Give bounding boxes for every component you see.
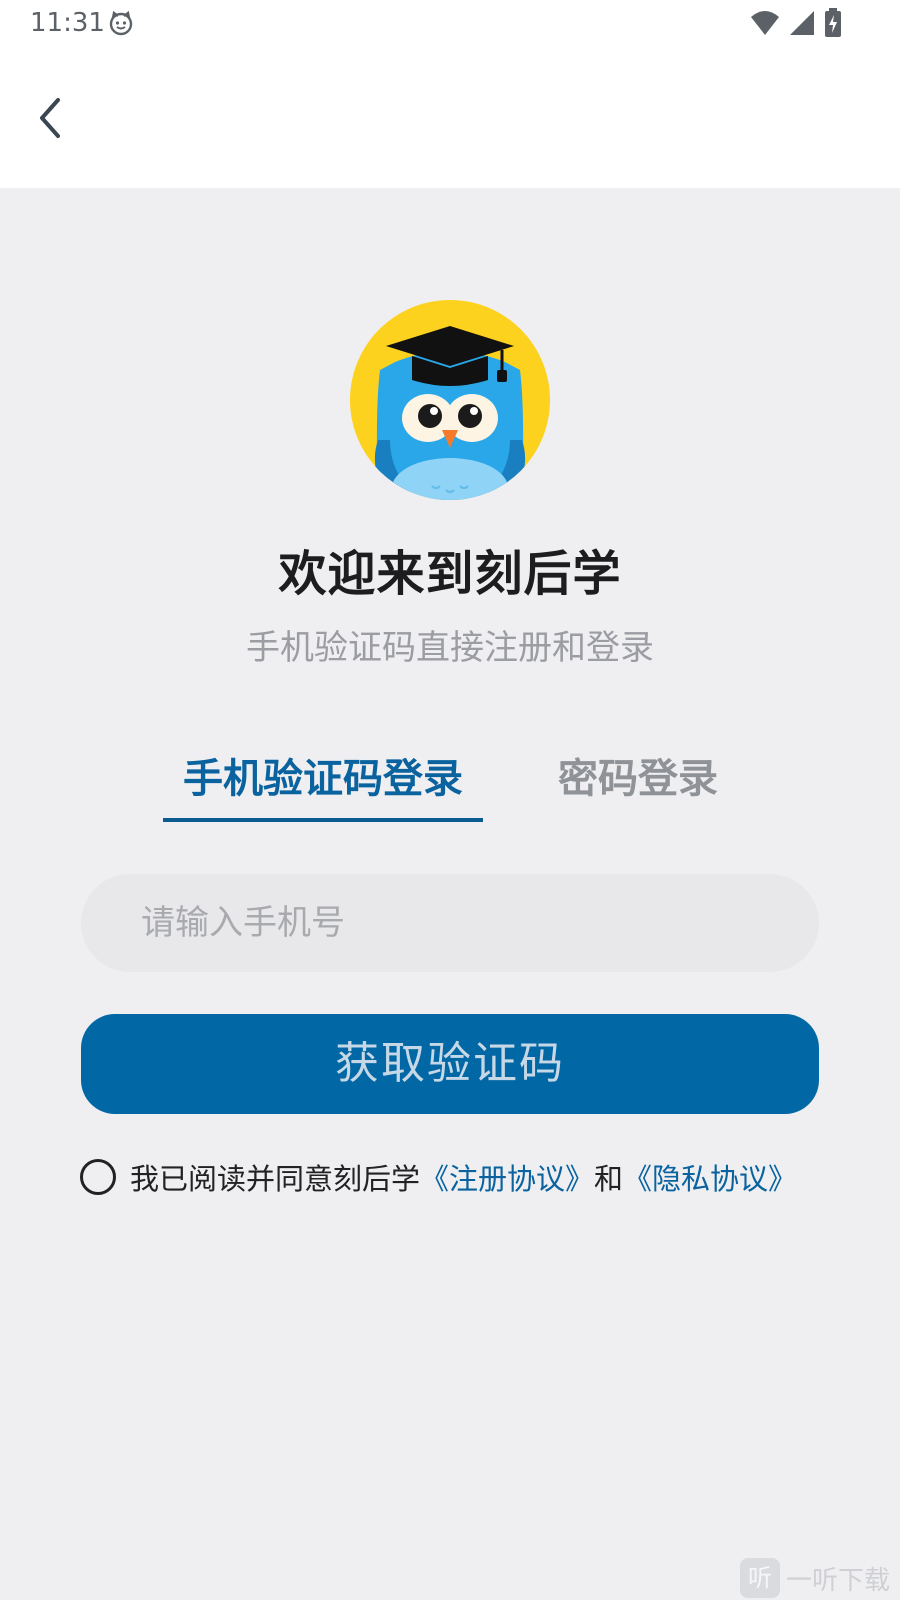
cat-face-icon [108,10,134,40]
wifi-icon [750,9,780,41]
agree-checkbox[interactable] [80,1159,116,1195]
active-tab-indicator [163,818,483,822]
battery-charging-icon [824,8,842,42]
register-agreement-link[interactable]: 《注册协议》 [420,1156,594,1198]
welcome-subtitle: 手机验证码直接注册和登录 [246,628,654,668]
chevron-left-icon [40,98,60,138]
status-bar: 11:31 [0,0,900,48]
app-logo [350,300,550,500]
app-header [0,48,900,188]
watermark-logo-icon: 听 [740,1558,780,1598]
watermark-text: 一听下载 [786,1565,891,1596]
agreement-and: 和 [594,1162,624,1196]
cellular-signal-icon [788,9,816,41]
welcome-title: 欢迎来到刻后学 [278,546,622,602]
phone-number-input[interactable] [81,874,819,972]
tab-password-login[interactable]: 密码登录 [548,746,728,804]
agreement-prefix: 我已阅读并同意刻后学 [130,1162,421,1196]
tab-sms-login[interactable]: 手机验证码登录 [163,746,483,804]
privacy-agreement-link[interactable]: 《隐私协议》 [623,1156,797,1198]
status-icons [750,8,842,42]
watermark: 听 一听下载 [740,1556,900,1600]
status-time: 11:31 [30,8,105,38]
back-button[interactable] [28,92,72,144]
agreement-row: 我已阅读并同意刻后学 《注册协议》 和 《隐私协议》 [80,1157,797,1197]
get-verification-code-button[interactable]: 获取验证码 [81,1014,819,1114]
